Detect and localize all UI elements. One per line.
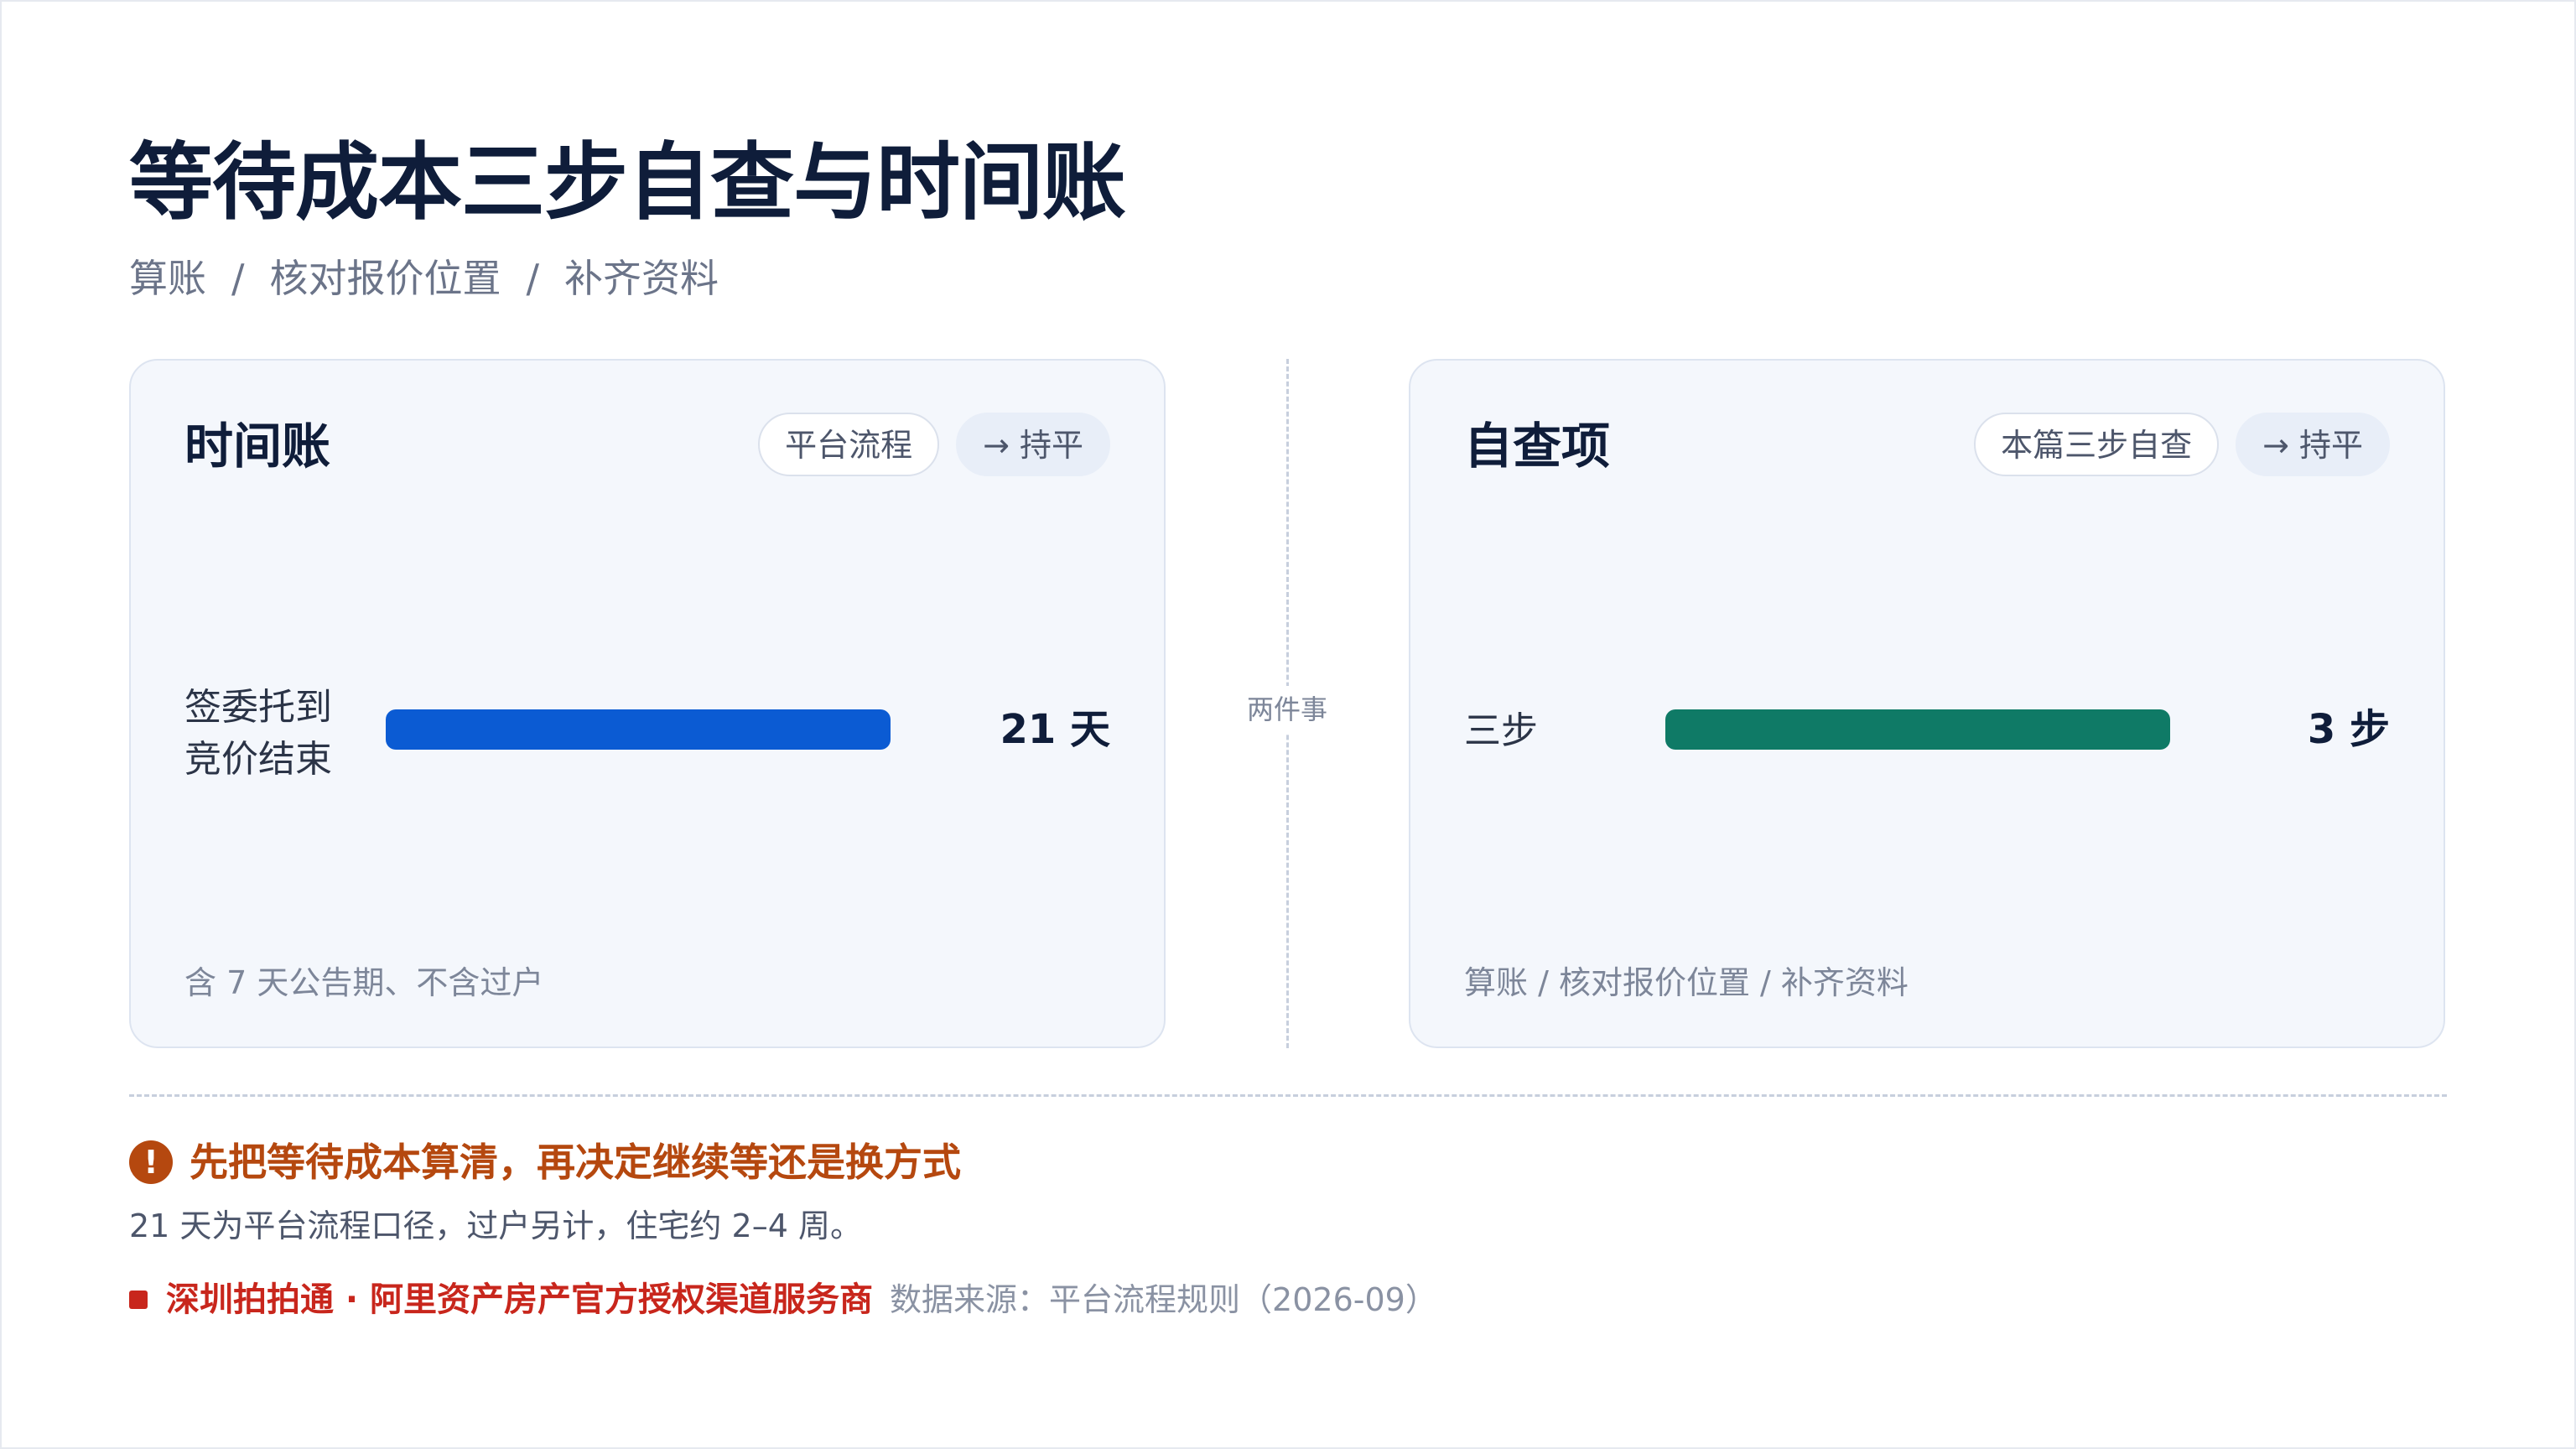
trend-chip: → 持平 bbox=[956, 413, 1110, 476]
duration-bar-fill bbox=[386, 709, 891, 750]
breadcrumb-item-3: 补齐资料 bbox=[564, 256, 719, 301]
card-chips: 本篇三步自查 → 持平 bbox=[1974, 413, 2390, 476]
breadcrumb-item-2: 核对报价位置 bbox=[269, 256, 501, 301]
breadcrumb-item-1: 算账 bbox=[129, 256, 206, 301]
divider-label: 两件事 bbox=[1241, 686, 1333, 733]
breadcrumb-separator: / bbox=[526, 256, 540, 301]
source-chip: 本篇三步自查 bbox=[1974, 413, 2220, 476]
row-label: 三步 bbox=[1464, 709, 1538, 752]
callout-explanation: 21 天为平台流程口径，过户另计，住宅约 2–4 周。 bbox=[129, 1208, 862, 1244]
card-chips: 平台流程 → 持平 bbox=[758, 413, 1110, 476]
page-title: 等待成本三步自查与时间账 bbox=[129, 133, 1126, 231]
time-ledger-card: 时间账 平台流程 → 持平 签委托到 竞价结束 21 天 含 7 天公告期、不含… bbox=[129, 359, 1166, 1048]
source-chip: 平台流程 bbox=[758, 413, 940, 476]
trend-chip: → 持平 bbox=[2236, 413, 2390, 476]
breadcrumb-separator: / bbox=[231, 256, 245, 301]
steps-bar bbox=[1665, 709, 2170, 750]
breadcrumb: 算账 / 核对报价位置 / 补齐资料 bbox=[129, 252, 719, 305]
steps-value: 3 步 bbox=[2307, 706, 2390, 753]
row-label-line-2: 竞价结束 bbox=[184, 738, 332, 781]
source-line: 深圳拍拍通 · 阿里资产房产官方授权渠道服务商 数据来源：平台流程规则（2026… bbox=[129, 1275, 1437, 1325]
brand-marker bbox=[129, 1291, 148, 1309]
horizontal-divider bbox=[129, 1094, 2447, 1097]
self-check-card: 自查项 本篇三步自查 → 持平 三步 3 步 算账 / 核对报价位置 / 补齐资… bbox=[1409, 359, 2445, 1048]
callout: ! 先把等待成本算清，再决定继续等还是换方式 bbox=[129, 1135, 961, 1189]
duration-value: 21 天 bbox=[1000, 706, 1110, 753]
data-source: 数据来源：平台流程规则（2026-09） bbox=[890, 1281, 1437, 1318]
card-note: 算账 / 核对报价位置 / 补齐资料 bbox=[1464, 964, 1909, 1001]
callout-headline: 先把等待成本算清，再决定继续等还是换方式 bbox=[190, 1140, 961, 1185]
row-label-line-1: 签委托到 bbox=[184, 686, 332, 729]
steps-bar-fill bbox=[1665, 709, 2170, 750]
card-title: 时间账 bbox=[184, 418, 331, 475]
card-title: 自查项 bbox=[1464, 418, 1611, 475]
exclamation-icon: ! bbox=[129, 1140, 173, 1184]
card-note: 含 7 天公告期、不含过户 bbox=[184, 964, 544, 1001]
duration-bar bbox=[386, 709, 891, 750]
brand-name: 深圳拍拍通 · 阿里资产房产官方授权渠道服务商 bbox=[166, 1280, 874, 1319]
